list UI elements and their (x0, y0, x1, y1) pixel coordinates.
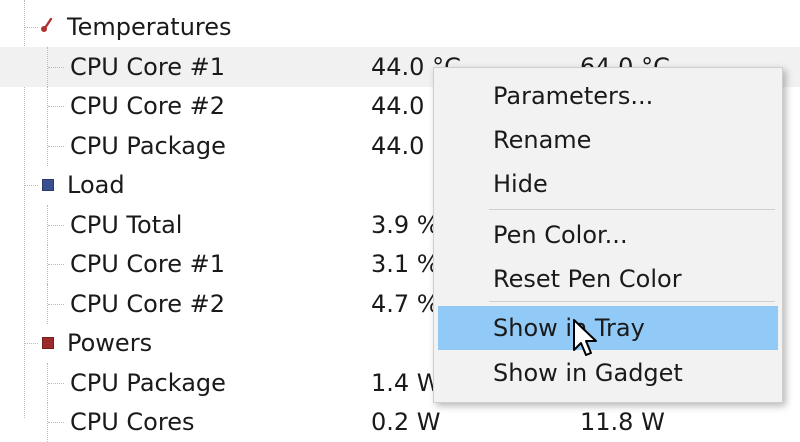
menu-separator (489, 301, 775, 302)
tree-guide-line (47, 204, 48, 245)
tree-guide-line (47, 244, 48, 284)
sensor-value: 4.7 % (371, 289, 440, 318)
tree-guide-line (47, 402, 48, 442)
menu-item-rename[interactable]: Rename (438, 118, 778, 162)
thermometer-icon (41, 17, 53, 32)
sensor-name: CPU Package (70, 131, 226, 160)
group-row-temperatures[interactable]: Temperatures (0, 7, 800, 47)
tree-guide-line (48, 224, 64, 226)
menu-item-show-in-tray[interactable]: Show in Tray (438, 306, 778, 350)
tree-guide-line (25, 27, 38, 28)
group-label: Load (67, 171, 125, 199)
group-label: Temperatures (67, 13, 232, 41)
sensor-row[interactable]: CPU Cores 0.2 W 11.8 W (0, 402, 800, 442)
menu-item-pen-color[interactable]: Pen Color... (438, 213, 778, 257)
sensor-name: CPU Total (70, 210, 183, 239)
tree-guide-line (47, 283, 48, 324)
tree-guide-line (47, 46, 48, 87)
tree-guide-line (48, 106, 64, 107)
menu-separator (489, 209, 775, 210)
sensor-value: 3.1 % (371, 250, 440, 278)
sensor-value: 3.9 % (371, 210, 440, 239)
sensor-name: CPU Cores (70, 408, 195, 436)
sensor-name: CPU Core #1 (70, 250, 225, 278)
context-menu: Parameters... Rename Hide Pen Color... Reset… (433, 67, 783, 403)
tree-guide-line (48, 422, 64, 423)
sensor-name: CPU Core #2 (70, 289, 225, 318)
tree-guide-line (48, 264, 64, 265)
sensor-name: CPU Core #2 (70, 92, 225, 120)
sensor-max: 11.8 W (580, 408, 665, 436)
power-icon (42, 337, 54, 349)
menu-item-parameters[interactable]: Parameters... (438, 74, 778, 118)
sensor-name: CPU Core #1 (70, 52, 225, 81)
sensor-name: CPU Package (70, 368, 226, 397)
tree-guide-line (48, 66, 64, 68)
tree-guide-line (47, 125, 48, 166)
tree-guide-line (25, 185, 38, 186)
tree-guide-line (25, 343, 38, 344)
tree-guide-line (47, 362, 48, 403)
menu-item-show-in-gadget[interactable]: Show in Gadget (438, 351, 778, 395)
tree-guide-line (48, 382, 64, 384)
menu-item-reset-pen-color[interactable]: Reset Pen Color (438, 257, 778, 301)
tree-guide-line (48, 303, 64, 305)
tree-guide-line (48, 145, 64, 147)
mouse-cursor-icon (573, 319, 597, 356)
group-label: Powers (67, 329, 153, 357)
sensor-value: 1.4 W (371, 368, 441, 397)
sensor-value: 0.2 W (371, 408, 441, 436)
load-icon (42, 179, 54, 191)
menu-item-hide[interactable]: Hide (438, 162, 778, 206)
tree-guide-line (47, 86, 48, 126)
